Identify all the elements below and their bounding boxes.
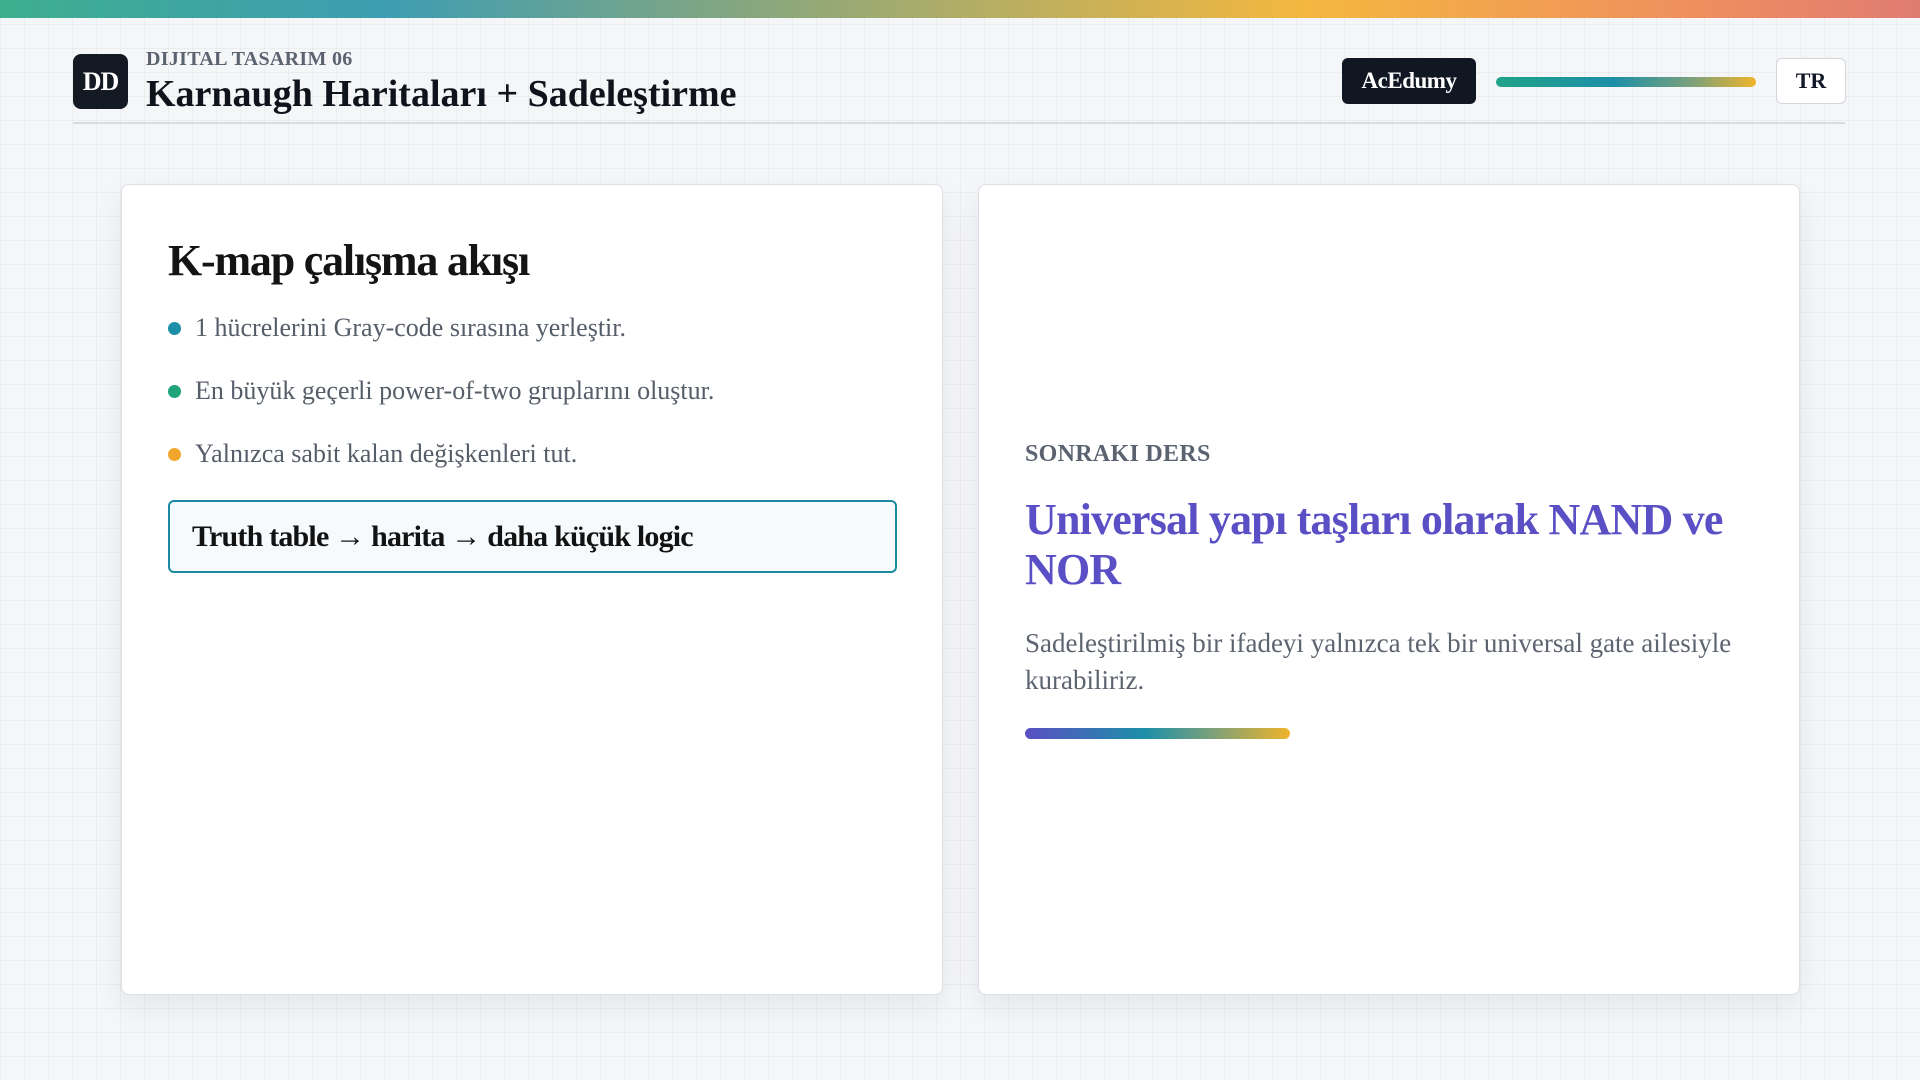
next-lesson-kicker: SONRAKI DERS [1025,441,1211,467]
card-title: K-map çalışma akışı [168,236,530,285]
header: DD DIJITAL TASARIM 06 Karnaugh Haritalar… [73,48,1846,124]
next-lesson-description: Sadeleştirilmiş bir ifadeyi yalnızca tek… [1025,628,1732,695]
bullet-dot-icon [168,322,181,335]
list-item-text: En büyük geçerli power-of-two gruplarını… [195,376,715,405]
list-item: En büyük geçerli power-of-two gruplarını… [168,376,714,439]
list-item: Yalnızca sabit kalan değişkenleri tut. [168,439,714,502]
course-logo: DD [73,54,128,109]
bullet-dot-icon [168,385,181,398]
next-lesson-accent-bar [1025,728,1290,739]
list-item-text: 1 hücrelerini Gray-code sırasına yerleşt… [195,313,626,342]
language-button[interactable]: TR [1776,58,1846,104]
workflow-list: 1 hücrelerini Gray-code sırasına yerleşt… [168,313,714,502]
top-accent-bar [0,0,1920,18]
progress-bar [1496,77,1756,87]
list-item-text: Yalnızca sabit kalan değişkenleri tut. [195,439,578,468]
brand-badge[interactable]: AcEdumy [1342,58,1476,104]
page-title: Karnaugh Haritaları + Sadeleştirme [146,73,737,115]
callout-text: Truth table → harita → daha küçük logic [192,519,694,553]
list-item: 1 hücrelerini Gray-code sırasına yerleşt… [168,313,714,376]
bullet-dot-icon [168,448,181,461]
kmap-workflow-card: K-map çalışma akışı 1 hücrelerini Gray-c… [121,184,943,995]
workflow-callout: Truth table → harita → daha küçük logic [168,500,897,573]
course-kicker: DIJITAL TASARIM 06 [146,48,353,70]
next-lesson-title[interactable]: Universal yapı taşları olarak NAND ve NO… [1025,495,1745,595]
next-lesson-card: SONRAKI DERS Universal yapı taşları olar… [978,184,1800,995]
